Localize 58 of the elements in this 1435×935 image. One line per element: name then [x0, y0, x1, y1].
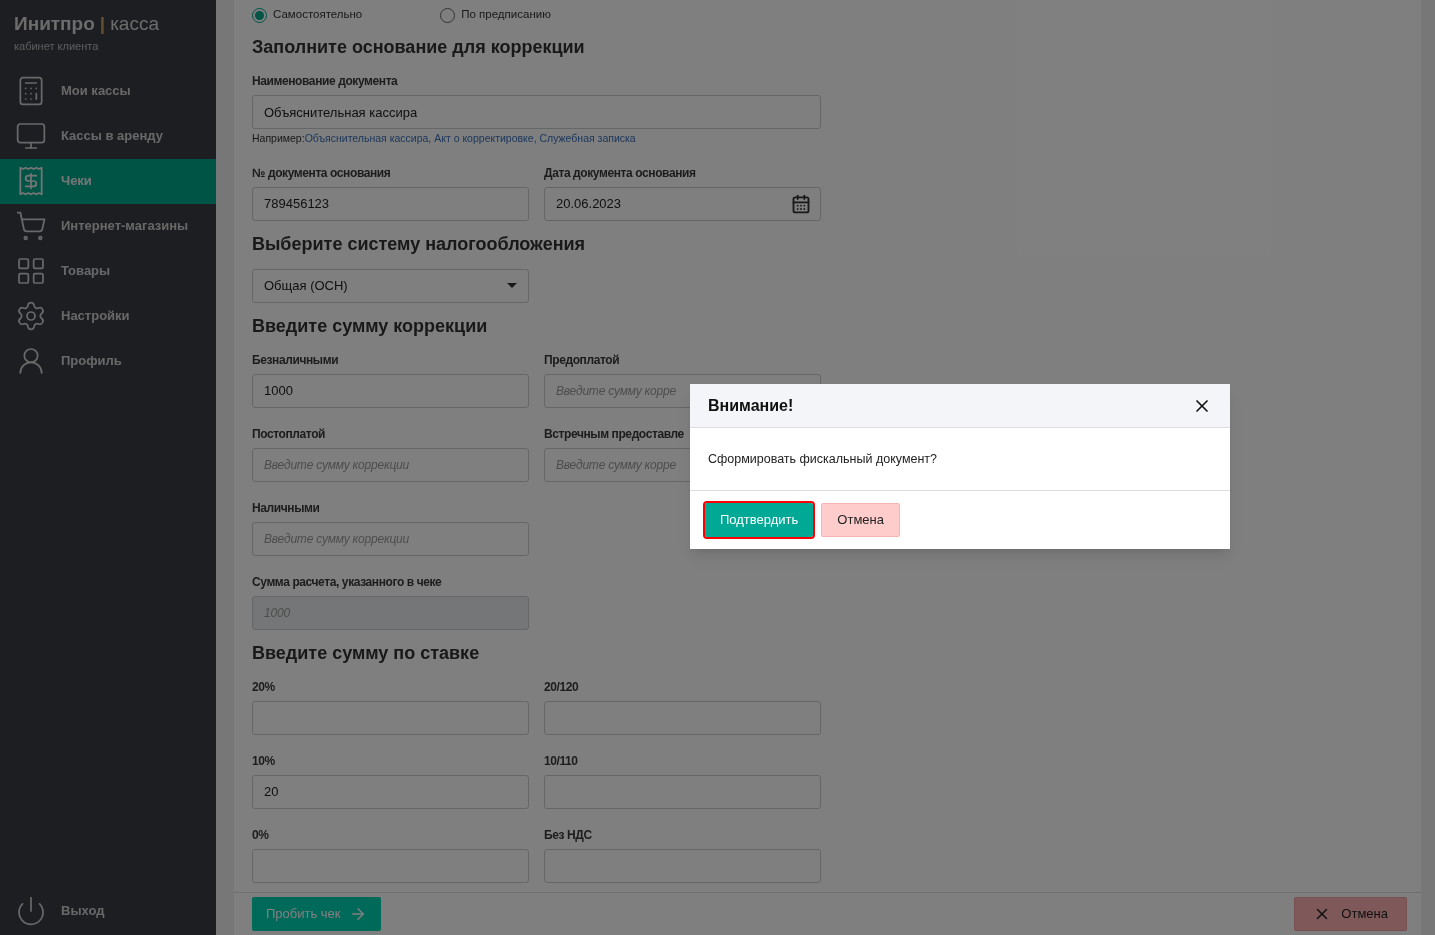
- logo-text: Инитпро: [14, 14, 95, 33]
- submit-button[interactable]: Пробить чек: [252, 897, 381, 931]
- date-field[interactable]: 20.06.2023: [544, 186, 821, 221]
- input-field[interactable]: [544, 700, 821, 735]
- section-title: Введите сумму коррекции: [252, 314, 489, 337]
- input-field[interactable]: 789456123: [252, 186, 529, 221]
- hint-text: Например:: [252, 132, 305, 144]
- sidebar-item[interactable]: Товары: [0, 248, 216, 294]
- field-label: 20/120: [544, 678, 580, 696]
- field-label: Наличными: [252, 499, 321, 517]
- input-field[interactable]: Объяснительная кассира: [252, 95, 821, 129]
- section-title: Заполните основание для коррекции: [252, 36, 586, 58]
- input-field[interactable]: [544, 848, 821, 883]
- field-label: Предоплатой: [544, 351, 621, 369]
- example-link[interactable]: Объяснительная кассира, Акт о корректировке, Служебная записка: [304, 132, 636, 144]
- radio-option[interactable]: Самостоятельно: [252, 6, 363, 24]
- field-label: 0%: [252, 826, 270, 844]
- section-title: Введите сумму по ставке: [252, 641, 481, 664]
- logout-link[interactable]: Выход: [0, 888, 216, 933]
- field-label: Безналичными: [252, 351, 340, 369]
- input-field[interactable]: [252, 700, 529, 735]
- field-label: 10%: [252, 752, 276, 770]
- field-label: Постоплатой: [252, 425, 327, 443]
- sidebar-item[interactable]: Профиль: [0, 338, 216, 384]
- settings-icon: [15, 300, 47, 332]
- calendar-icon[interactable]: [791, 193, 811, 214]
- logo-separator: |: [99, 14, 106, 33]
- logo-text: касса: [110, 14, 159, 33]
- cart-icon: [15, 210, 47, 242]
- logo-subtitle: кабинет клиента: [14, 39, 100, 54]
- input-field[interactable]: 20: [252, 774, 529, 809]
- sidebar-item[interactable]: Кассы в аренду: [0, 113, 216, 159]
- sidebar-item[interactable]: Чеки: [0, 158, 216, 204]
- grid-icon: [15, 255, 47, 287]
- cancel-button[interactable]: Отмена: [1294, 897, 1407, 931]
- confirm-button[interactable]: Подтвердить: [705, 503, 814, 537]
- cancel-button[interactable]: Отмена: [821, 503, 900, 537]
- field-label: Сумма расчета, указанного в чеке: [252, 573, 443, 591]
- radio-option[interactable]: По предписанию: [440, 6, 551, 24]
- input-field[interactable]: [544, 774, 821, 809]
- radio-button[interactable]: [252, 7, 267, 23]
- select-field[interactable]: Общая (ОСН): [252, 268, 529, 303]
- monitor-icon: [15, 120, 47, 152]
- field-label: Встречным предоставле: [544, 425, 685, 443]
- sidebar-item[interactable]: Мои кассы: [0, 68, 216, 114]
- field-label: Без НДС: [544, 826, 593, 844]
- field-label: 20%: [252, 678, 276, 696]
- sidebar-item[interactable]: Настройки: [0, 293, 216, 339]
- power-icon: [15, 894, 47, 927]
- input-field[interactable]: [252, 848, 529, 883]
- field-label: 10/110: [544, 752, 579, 770]
- field-label: Дата документа основания: [544, 164, 697, 182]
- field-label: № документа основания: [252, 164, 392, 182]
- radio-button[interactable]: [440, 7, 456, 23]
- caret-icon: [507, 283, 517, 289]
- input-field[interactable]: 1000: [252, 373, 529, 408]
- field-label: Наименование документа: [252, 73, 399, 90]
- section-title: Выберите систему налогообложения: [252, 232, 587, 255]
